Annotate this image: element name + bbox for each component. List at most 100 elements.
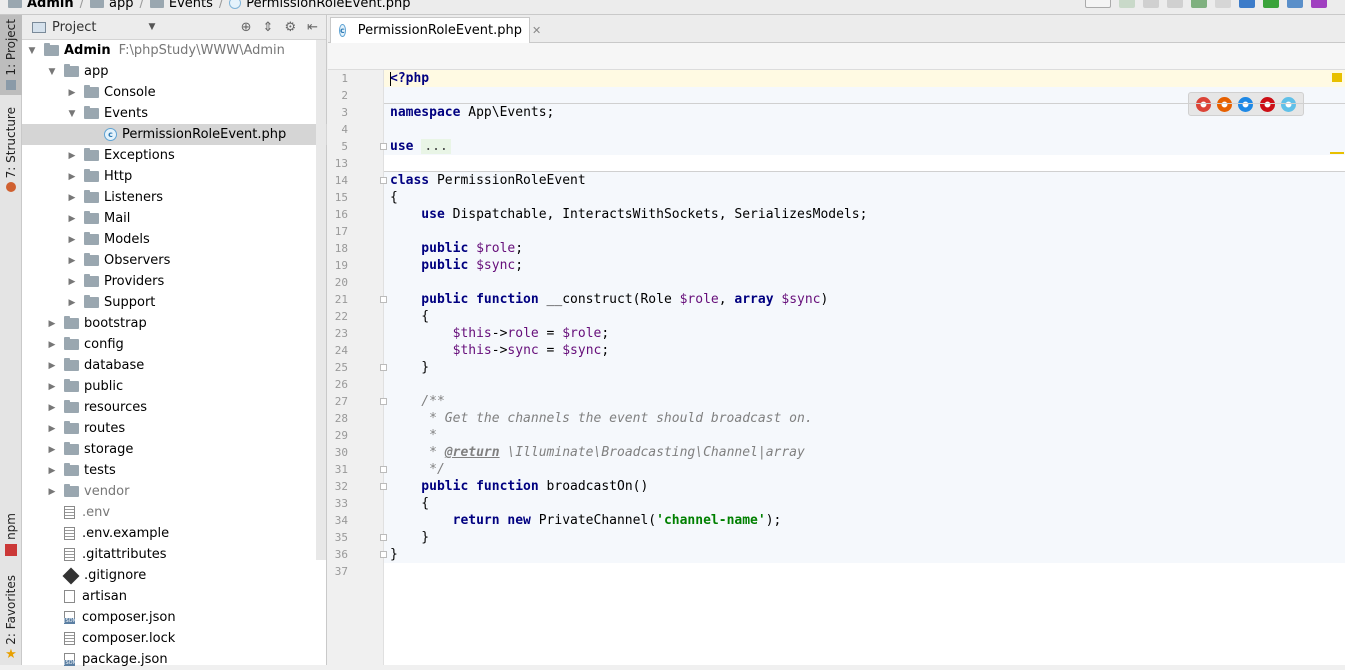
editor-tab[interactable]: c PermissionRoleEvent.php ✕ (330, 17, 541, 43)
fold-toggle-icon[interactable] (380, 466, 387, 473)
tree-folder[interactable]: ▶ Observers (22, 250, 327, 271)
fold-toggle-icon[interactable] (380, 296, 387, 303)
vcs-revert-icon[interactable] (1311, 0, 1327, 8)
breadcrumb-item[interactable]: PermissionRoleEvent.php (229, 0, 411, 11)
collapse-arrow-icon[interactable]: ▶ (46, 382, 58, 392)
tree-folder[interactable]: ▶ resources (22, 397, 327, 418)
collapse-arrow-icon[interactable]: ▶ (66, 151, 78, 161)
project-scrollbar[interactable] (316, 40, 326, 560)
collapse-arrow-icon[interactable]: ▶ (46, 319, 58, 329)
tree-folder[interactable]: ▶ tests (22, 460, 327, 481)
build-icon[interactable] (1191, 0, 1207, 8)
breadcrumb-item[interactable]: Events (149, 0, 213, 11)
expand-arrow-icon[interactable]: ▼ (26, 46, 38, 56)
tree-folder[interactable]: ▶ Listeners (22, 187, 327, 208)
collapse-arrow-icon[interactable]: ▶ (66, 193, 78, 203)
tree-file[interactable]: artisan (22, 586, 327, 607)
tab-favorites[interactable]: 2: Favorites ★ (0, 575, 22, 665)
tree-file[interactable]: composer.json (22, 607, 327, 628)
tree-folder[interactable]: ▶ Console (22, 82, 327, 103)
collapse-arrow-icon[interactable]: ▶ (46, 361, 58, 371)
tree-folder[interactable]: ▶ Mail (22, 208, 327, 229)
fold-toggle-icon[interactable] (380, 398, 387, 405)
tree-file[interactable]: .gitignore (22, 565, 327, 586)
collapse-arrow-icon[interactable]: ▶ (46, 424, 58, 434)
debug-icon[interactable] (1143, 0, 1159, 8)
collapse-arrow-icon[interactable]: ▶ (46, 466, 58, 476)
safari-icon[interactable] (1238, 96, 1254, 112)
tree-folder[interactable]: ▶ Providers (22, 271, 327, 292)
expand-arrow-icon[interactable]: ▼ (66, 109, 78, 119)
tree-file[interactable]: .env (22, 502, 327, 523)
inspection-marker[interactable] (1332, 73, 1342, 82)
tree-folder[interactable]: ▶ bootstrap (22, 313, 327, 334)
vcs-compare-icon[interactable] (1287, 0, 1303, 8)
code-token: $sync (781, 292, 821, 307)
collapse-arrow-icon[interactable]: ▶ (66, 256, 78, 266)
tree-folder[interactable]: ▶ config (22, 334, 327, 355)
collapse-arrow-icon[interactable]: ▶ (66, 88, 78, 98)
collapse-all-icon[interactable]: ⇕ (263, 20, 274, 35)
collapse-arrow-icon[interactable]: ▶ (46, 340, 58, 350)
collapse-arrow-icon[interactable]: ▶ (66, 298, 78, 308)
line-number: 14 (334, 174, 348, 187)
tree-item-label: .gitignore (84, 568, 147, 583)
hide-panel-icon[interactable]: ⇤ (307, 20, 318, 35)
tree-folder[interactable]: ▶ Support (22, 292, 327, 313)
tree-folder[interactable]: ▼ Admin F:\phpStudy\WWW\Admin (22, 40, 327, 61)
tree-folder[interactable]: ▶ database (22, 355, 327, 376)
run-config-dropdown-icon[interactable] (1085, 0, 1111, 8)
run-icon[interactable] (1119, 0, 1135, 8)
tree-folder[interactable]: ▼ Events (22, 103, 327, 124)
tree-file[interactable]: .env.example (22, 523, 327, 544)
firefox-icon[interactable] (1217, 96, 1233, 112)
fold-toggle-icon[interactable] (380, 551, 387, 558)
project-panel-title[interactable]: Project (52, 20, 96, 35)
chrome-icon[interactable] (1196, 96, 1212, 112)
tree-file[interactable]: composer.lock (22, 628, 327, 649)
tree-folder[interactable]: ▶ routes (22, 418, 327, 439)
coverage-icon[interactable] (1167, 0, 1183, 8)
tree-folder[interactable]: ▶ storage (22, 439, 327, 460)
ie-icon[interactable] (1280, 96, 1296, 112)
opera-icon[interactable] (1259, 96, 1275, 112)
fold-toggle-icon[interactable] (380, 364, 387, 371)
tree-file[interactable]: .gitattributes (22, 544, 327, 565)
tree-folder[interactable]: ▶ public (22, 376, 327, 397)
warning-stripe[interactable] (1330, 152, 1344, 154)
tree-folder[interactable]: ▶ Exceptions (22, 145, 327, 166)
tree-folder[interactable]: ▼ app (22, 61, 327, 82)
collapse-arrow-icon[interactable]: ▶ (66, 214, 78, 224)
locate-icon[interactable]: ⊕ (241, 20, 252, 35)
tree-folder[interactable]: ▶ vendor (22, 481, 327, 502)
collapse-arrow-icon[interactable]: ▶ (46, 403, 58, 413)
stop-icon[interactable] (1215, 0, 1231, 8)
tab-structure[interactable]: 7: Structure (0, 107, 22, 197)
fold-toggle-icon[interactable] (380, 534, 387, 541)
chevron-down-icon[interactable]: ▼ (148, 22, 155, 32)
collapse-arrow-icon[interactable]: ▶ (46, 487, 58, 497)
vcs-commit-icon[interactable] (1263, 0, 1279, 8)
expand-arrow-icon[interactable]: ▼ (46, 67, 58, 77)
tab-npm[interactable]: npm (0, 513, 22, 563)
tab-project[interactable]: 1: Project (0, 15, 22, 95)
collapse-arrow-icon[interactable]: ▶ (66, 172, 78, 182)
vcs-update-icon[interactable] (1239, 0, 1255, 8)
collapse-arrow-icon[interactable]: ▶ (46, 445, 58, 455)
collapse-arrow-icon[interactable]: ▶ (66, 235, 78, 245)
tree-item-label: .env (82, 505, 111, 520)
fold-toggle-icon[interactable] (380, 483, 387, 490)
close-icon[interactable]: ✕ (532, 24, 541, 37)
gear-icon[interactable]: ⚙ (284, 20, 296, 35)
fold-toggle-icon[interactable] (380, 177, 387, 184)
code-line: * (390, 427, 437, 444)
tree-folder[interactable]: ▶ Http (22, 166, 327, 187)
breadcrumb-item[interactable]: Admin (8, 0, 74, 11)
tree-file[interactable]: c PermissionRoleEvent.php (22, 124, 327, 145)
fold-toggle-icon[interactable] (380, 143, 387, 150)
collapse-arrow-icon[interactable]: ▶ (66, 277, 78, 287)
tree-folder[interactable]: ▶ Models (22, 229, 327, 250)
code-line: public $role; (390, 240, 523, 257)
tree-file[interactable]: package.json (22, 649, 327, 670)
breadcrumb-item[interactable]: app (90, 0, 134, 11)
